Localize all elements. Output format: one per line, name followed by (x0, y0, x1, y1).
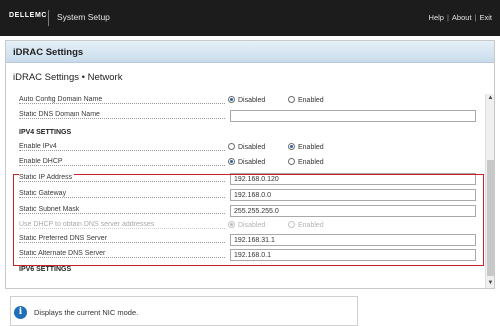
static-dns-domain-name-row: Static DNS Domain Name (6, 110, 484, 122)
help-link[interactable]: Help (429, 13, 444, 22)
preferred-dns-label: Static Preferred DNS Server (19, 235, 109, 242)
radio-empty-icon (288, 96, 295, 103)
brand-divider (48, 10, 49, 26)
radio-selected-icon (228, 158, 235, 165)
section-header: iDRAC Settings (6, 41, 494, 63)
section-title: iDRAC Settings (13, 47, 84, 58)
alternate-dns-label: Static Alternate DNS Server (19, 250, 108, 257)
link-separator: | (446, 13, 449, 22)
enable-ipv4-enabled-radio[interactable]: Enabled (288, 143, 324, 151)
vertical-scrollbar[interactable]: ▲ ▼ (485, 94, 494, 288)
help-panel: i Displays the current NIC mode. (10, 296, 358, 326)
link-separator: | (474, 13, 477, 22)
help-text: Displays the current NIC mode. (34, 308, 139, 317)
auto-config-domain-name-disabled-radio[interactable]: Disabled (228, 96, 265, 104)
radio-empty-icon (228, 143, 235, 150)
static-dns-domain-name-input[interactable] (230, 110, 476, 122)
about-link[interactable]: About (452, 13, 472, 22)
static-subnet-mask-label: Static Subnet Mask (19, 206, 82, 213)
radio-selected-icon (228, 96, 235, 103)
auto-config-domain-name-enabled-radio[interactable]: Enabled (288, 96, 324, 104)
enable-ipv4-row: Enable IPv4 Disabled Enabled (6, 143, 484, 154)
radio-selected-icon (288, 143, 295, 150)
enable-dhcp-row: Enable DHCP Disabled Enabled (6, 158, 484, 169)
scroll-up-arrow-icon[interactable]: ▲ (486, 94, 495, 103)
static-dns-domain-name-label: Static DNS Domain Name (19, 111, 102, 118)
top-bar: DELLEMC System Setup Help | About | Exit (0, 0, 500, 36)
top-links: Help | About | Exit (429, 13, 492, 22)
scroll-down-arrow-icon[interactable]: ▼ (486, 279, 495, 288)
radio-empty-icon (288, 158, 295, 165)
static-ip-address-label: Static IP Address (19, 174, 75, 181)
dell-emc-logo: DELLEMC (9, 12, 48, 19)
static-gateway-label: Static Gateway (19, 190, 69, 197)
exit-link[interactable]: Exit (479, 13, 492, 22)
enable-ipv4-label: Enable IPv4 (19, 143, 59, 150)
enable-dhcp-label: Enable DHCP (19, 158, 65, 165)
ipv6-settings-heading: IPV6 SETTINGS (19, 266, 72, 273)
auto-config-domain-name-row: Auto Config Domain Name Disabled Enabled (6, 96, 484, 107)
settings-list: Auto Config Domain Name Disabled Enabled… (6, 94, 484, 288)
app-title: System Setup (57, 12, 110, 22)
enable-dhcp-enabled-radio[interactable]: Enabled (288, 158, 324, 166)
page-title: iDRAC Settings • Network (13, 72, 123, 83)
info-icon: i (14, 306, 27, 319)
ipv4-settings-heading: IPV4 SETTINGS (19, 129, 72, 136)
settings-frame: iDRAC Settings iDRAC Settings • Network … (5, 40, 495, 289)
auto-config-domain-name-label: Auto Config Domain Name (19, 96, 105, 103)
enable-ipv4-disabled-radio[interactable]: Disabled (228, 143, 265, 151)
scrollbar-thumb[interactable] (487, 160, 494, 276)
dhcp-dns-label: Use DHCP to obtain DNS server addresses (19, 221, 157, 228)
enable-dhcp-disabled-radio[interactable]: Disabled (228, 158, 265, 166)
